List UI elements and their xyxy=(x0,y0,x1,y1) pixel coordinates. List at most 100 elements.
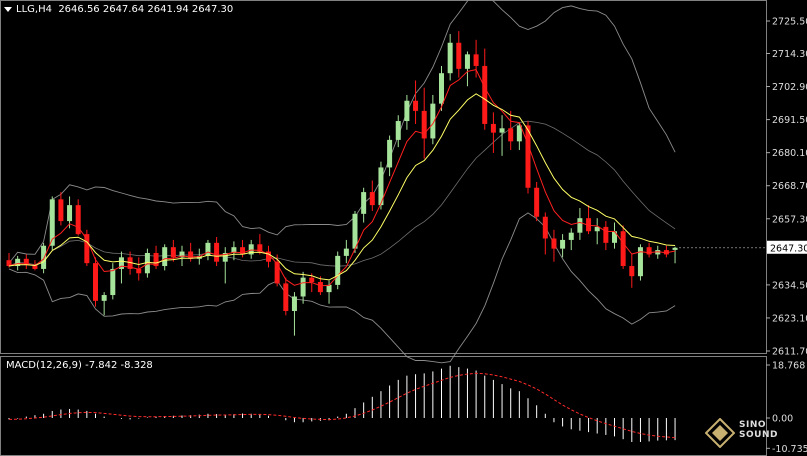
candle xyxy=(508,110,514,151)
candle xyxy=(456,31,462,78)
candle-body xyxy=(335,255,341,285)
candle xyxy=(542,212,548,255)
macd-series xyxy=(8,365,676,443)
candle xyxy=(352,210,358,253)
candle-body xyxy=(473,54,479,66)
bollinger-bands xyxy=(8,0,676,364)
current-price-label: 2647.30 xyxy=(770,243,807,254)
candle-body xyxy=(525,125,531,188)
candle xyxy=(473,39,479,78)
candle-body xyxy=(110,268,116,296)
candle-body xyxy=(629,266,635,277)
candle-body xyxy=(170,247,176,258)
candlestick-series xyxy=(6,31,678,336)
candle-body xyxy=(58,199,64,222)
candle-body xyxy=(352,213,358,249)
candle-body xyxy=(343,248,349,256)
candle xyxy=(369,180,375,211)
dropdown-triangle-icon[interactable] xyxy=(4,6,12,12)
logo-text: SINO SOUND xyxy=(739,420,778,440)
candle xyxy=(58,192,64,226)
candle-body xyxy=(395,121,401,140)
candle xyxy=(205,239,211,261)
candle-body xyxy=(188,251,194,259)
candle-body xyxy=(560,239,566,249)
price-tick-label: 2634.50 xyxy=(772,280,807,291)
candle-body xyxy=(603,226,609,243)
macd-tick-label: 18.768 xyxy=(772,361,805,372)
price-tick-label: 2611.70 xyxy=(772,347,807,358)
candle xyxy=(586,205,592,235)
candle-body xyxy=(361,192,367,214)
candle xyxy=(188,242,194,262)
macd-header: MACD(12,26,9) -7.842 -8.328 xyxy=(6,360,153,371)
fast-ma-line xyxy=(8,69,676,287)
candle xyxy=(568,228,574,251)
candle-body xyxy=(568,232,574,240)
candle-body xyxy=(482,65,488,124)
candle xyxy=(231,241,237,261)
chart-canvas[interactable]: 2725.50 2714.30 2702.90 2691.50 2680.10 2668.… xyxy=(0,0,807,456)
candle xyxy=(413,80,419,124)
candle-body xyxy=(387,139,393,168)
candle xyxy=(482,48,488,130)
candle-body xyxy=(317,281,323,293)
price-tick-label: 2657.30 xyxy=(772,214,807,225)
symbol-label: LLG,H4 xyxy=(16,4,52,15)
candle xyxy=(395,115,401,148)
candle xyxy=(300,271,306,304)
candle xyxy=(663,245,669,258)
price-tick-label: 2725.50 xyxy=(772,17,807,28)
candle-body xyxy=(672,247,678,250)
diamond-logo-icon xyxy=(704,417,736,449)
candle-body xyxy=(162,247,168,267)
candle-body xyxy=(508,128,514,142)
candle xyxy=(110,263,116,300)
candle-body xyxy=(326,284,332,293)
candle xyxy=(93,257,98,307)
price-tick-label: 2691.50 xyxy=(772,115,807,126)
candle-body xyxy=(421,110,427,139)
candle-body xyxy=(205,242,211,256)
moving-averages xyxy=(8,69,676,287)
candle-body xyxy=(274,261,280,284)
candle xyxy=(672,246,678,264)
candle xyxy=(594,218,600,245)
slow-ma-line xyxy=(8,93,676,281)
candle-body xyxy=(300,277,306,297)
current-price-marker: 2647.30 xyxy=(679,240,807,254)
candle-body xyxy=(620,231,626,267)
candle xyxy=(560,234,566,258)
candle xyxy=(612,222,617,249)
candle xyxy=(603,221,609,251)
candle xyxy=(637,244,643,281)
candle xyxy=(525,121,531,194)
candle xyxy=(248,239,254,259)
candle xyxy=(335,251,341,290)
candle xyxy=(534,181,540,222)
price-tick-label: 2680.10 xyxy=(772,148,807,159)
price-panel-frame xyxy=(0,0,767,354)
candle xyxy=(421,87,427,159)
candle xyxy=(464,51,470,87)
candle xyxy=(551,229,557,262)
candle-body xyxy=(490,123,496,133)
candle xyxy=(490,112,496,153)
candle xyxy=(153,245,159,269)
candle-body xyxy=(67,205,73,222)
candle-body xyxy=(93,263,98,301)
candle xyxy=(222,247,228,284)
macd-label: MACD(12,26,9) xyxy=(6,360,82,371)
candle xyxy=(646,242,652,258)
candle-body xyxy=(646,247,652,255)
candle xyxy=(214,237,220,267)
candle-body xyxy=(369,192,375,206)
candle xyxy=(343,239,349,264)
candle xyxy=(291,292,297,336)
bollinger-lower-line xyxy=(8,212,676,364)
macd-values: -7.842 -8.328 xyxy=(85,360,153,371)
candle xyxy=(387,135,393,177)
candle xyxy=(361,187,367,223)
candle-body xyxy=(291,296,297,311)
bollinger-middle-line xyxy=(8,120,676,267)
